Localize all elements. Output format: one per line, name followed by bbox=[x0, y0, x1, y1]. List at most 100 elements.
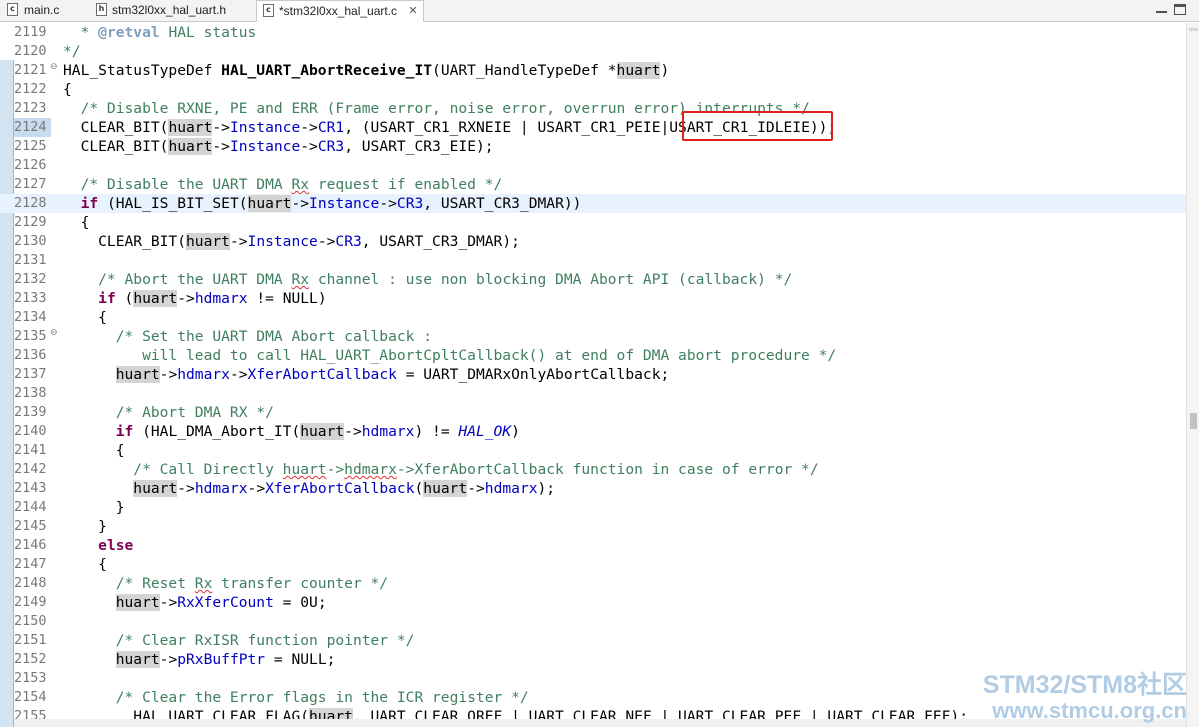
code-token: /* Clear the Error flags in the ICR regi… bbox=[63, 689, 529, 706]
code-line[interactable]: 2143 huart->hdmarx->XferAbortCallback(hu… bbox=[0, 479, 1186, 498]
line-number: 2134 bbox=[14, 309, 47, 325]
code-line[interactable]: 2144 } bbox=[0, 498, 1186, 517]
code-line[interactable]: 2150 bbox=[0, 612, 1186, 631]
tab-stm32l0xx-hal-uart-h[interactable]: h stm32l0xx_hal_uart.h bbox=[88, 0, 256, 21]
code-line[interactable]: 2152 huart->pRxBuffPtr = NULL; bbox=[0, 650, 1186, 669]
code-line[interactable]: 2129 { bbox=[0, 213, 1186, 232]
code-line[interactable]: 2146 else bbox=[0, 536, 1186, 555]
code-token: Rx bbox=[291, 271, 310, 288]
code-line[interactable]: 2134 { bbox=[0, 308, 1186, 327]
code-token: huart bbox=[282, 461, 327, 478]
line-number: 2152 bbox=[14, 651, 47, 667]
code-line[interactable]: 2119 * @retval HAL status bbox=[0, 23, 1186, 42]
code-line[interactable]: 2132 /* Abort the UART DMA Rx channel : … bbox=[0, 270, 1186, 289]
code-line[interactable]: 2124 CLEAR_BIT(huart->Instance->CR1, (US… bbox=[0, 118, 1186, 137]
line-number: 2120 bbox=[14, 43, 47, 59]
line-number: 2121 bbox=[14, 62, 47, 78]
code-token: HAL_StatusTypeDef bbox=[63, 62, 222, 79]
tab-label: stm32l0xx_hal_uart.h bbox=[112, 3, 227, 17]
code-line[interactable]: 2133 if (huart->hdmarx != NULL) bbox=[0, 289, 1186, 308]
editor-tab-bar: c main.c h stm32l0xx_hal_uart.h c *stm32… bbox=[0, 0, 1199, 22]
code-token: hdmarx bbox=[484, 480, 538, 497]
tab-main-c[interactable]: c main.c bbox=[0, 0, 88, 21]
code-line[interactable]: 2139 /* Abort DMA RX */ bbox=[0, 403, 1186, 422]
code-token: /* Clear RxISR function pointer */ bbox=[63, 632, 415, 649]
code-line[interactable]: 2127 /* Disable the UART DMA Rx request … bbox=[0, 175, 1186, 194]
fold-toggle-icon[interactable]: ⊖ bbox=[50, 63, 59, 72]
code-line[interactable]: 2122 { bbox=[0, 80, 1186, 99]
line-number: 2150 bbox=[14, 613, 47, 629]
code-line[interactable]: 2140 if (HAL_DMA_Abort_IT(huart->hdmarx)… bbox=[0, 422, 1186, 441]
code-editor[interactable]: 2119 * @retval HAL status 2120 */2121 ⊖ HAL_… bbox=[0, 23, 1199, 727]
code-token: /* Call Directly bbox=[63, 461, 283, 478]
code-token: CLEAR_BIT( bbox=[63, 119, 169, 136]
c-file-icon: c bbox=[7, 3, 18, 16]
code-text: if (HAL_DMA_Abort_IT(huart->hdmarx) != H… bbox=[63, 422, 520, 441]
code-token: /* Reset bbox=[63, 575, 195, 592]
code-line[interactable]: 2128 if (HAL_IS_BIT_SET(huart->Instance-… bbox=[0, 194, 1186, 213]
code-token: -> bbox=[159, 366, 178, 383]
vertical-scrollbar[interactable] bbox=[1186, 23, 1199, 727]
code-token: ); bbox=[537, 480, 556, 497]
line-number: 2126 bbox=[14, 157, 47, 173]
code-line[interactable]: 2151 /* Clear RxISR function pointer */ bbox=[0, 631, 1186, 650]
code-line[interactable]: 2130 CLEAR_BIT(huart->Instance->CR3, USA… bbox=[0, 232, 1186, 251]
code-text: huart->pRxBuffPtr = NULL; bbox=[63, 650, 335, 669]
code-token: pRxBuffPtr bbox=[177, 651, 266, 668]
code-line[interactable]: 2126 bbox=[0, 156, 1186, 175]
watermark-line1: STM32/STM8社区 bbox=[982, 671, 1187, 699]
code-line[interactable]: 2137 huart->hdmarx->XferAbortCallback = … bbox=[0, 365, 1186, 384]
code-token: -> bbox=[229, 366, 248, 383]
code-text: else bbox=[63, 536, 133, 555]
code-line[interactable]: 2141 { bbox=[0, 441, 1186, 460]
code-token: hdmarx bbox=[344, 461, 397, 478]
code-line[interactable]: 2138 bbox=[0, 384, 1186, 403]
code-token: ) bbox=[660, 62, 670, 79]
code-line[interactable]: 2135 ⊖ /* Set the UART DMA Abort callback… bbox=[0, 327, 1186, 346]
code-line[interactable]: 2149 huart->RxXferCount = 0U; bbox=[0, 593, 1186, 612]
line-number: 2153 bbox=[14, 670, 47, 686]
code-token: ( bbox=[414, 480, 424, 497]
code-token: request if enabled */ bbox=[309, 176, 503, 193]
code-text: /* Reset Rx transfer counter */ bbox=[63, 574, 388, 593]
code-text: /* Set the UART DMA Abort callback : bbox=[63, 327, 432, 346]
scrollbar-thumb[interactable] bbox=[1190, 413, 1197, 429]
code-line[interactable]: 2123 /* Disable RXNE, PE and ERR (Frame … bbox=[0, 99, 1186, 118]
code-token: CR3 bbox=[335, 233, 362, 250]
code-line[interactable]: 2147 { bbox=[0, 555, 1186, 574]
code-text: * @retval HAL status bbox=[63, 23, 257, 42]
code-line[interactable]: 2125 CLEAR_BIT(huart->Instance->CR3, USA… bbox=[0, 137, 1186, 156]
code-token: XferAbortCallback bbox=[247, 366, 397, 383]
code-token: CLEAR_BIT( bbox=[63, 138, 169, 155]
line-number: 2124 bbox=[14, 118, 51, 137]
fold-toggle-icon[interactable]: ⊖ bbox=[50, 329, 59, 338]
code-token: -> bbox=[247, 480, 266, 497]
code-token: -> bbox=[212, 119, 230, 136]
code-line[interactable]: 2131 bbox=[0, 251, 1186, 270]
line-number: 2144 bbox=[14, 499, 47, 515]
code-token: (HAL_IS_BIT_SET( bbox=[98, 195, 248, 212]
code-token: huart bbox=[133, 480, 178, 497]
code-token: -> bbox=[229, 233, 248, 250]
code-text: huart->hdmarx->XferAbortCallback(huart->… bbox=[63, 479, 555, 498]
code-line[interactable]: 2136 will lead to call HAL_UART_AbortCpl… bbox=[0, 346, 1186, 365]
code-text: } bbox=[63, 498, 125, 517]
code-token: } bbox=[63, 518, 107, 535]
highlight-box bbox=[682, 111, 833, 141]
code-token: Instance bbox=[247, 233, 318, 250]
tab-stm32l0xx-hal-uart-c[interactable]: c *stm32l0xx_hal_uart.c ✕ bbox=[256, 0, 424, 22]
code-line[interactable]: 2145 } bbox=[0, 517, 1186, 536]
minimize-icon[interactable] bbox=[1156, 11, 1167, 13]
line-number: 2138 bbox=[14, 385, 47, 401]
code-text: huart->RxXferCount = 0U; bbox=[63, 593, 327, 612]
code-token: hdmarx bbox=[194, 480, 248, 497]
line-number: 2147 bbox=[14, 556, 47, 572]
code-line[interactable]: 2121 ⊖ HAL_StatusTypeDef HAL_UART_AbortRec… bbox=[0, 61, 1186, 80]
code-line[interactable]: 2148 /* Reset Rx transfer counter */ bbox=[0, 574, 1186, 593]
code-line[interactable]: 2142 /* Call Directly huart->hdmarx->Xfe… bbox=[0, 460, 1186, 479]
close-icon[interactable]: ✕ bbox=[407, 5, 419, 17]
code-line[interactable]: 2120 */ bbox=[0, 42, 1186, 61]
maximize-icon[interactable] bbox=[1174, 4, 1186, 15]
